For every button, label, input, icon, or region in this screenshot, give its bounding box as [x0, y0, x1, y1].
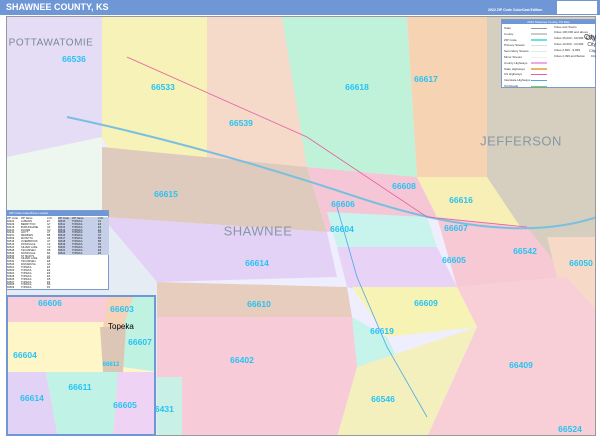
legend-item-label: County Highways [504, 60, 528, 65]
cities-title: Cities and Towns [554, 25, 577, 29]
legend-item-label: Toll Roads [504, 84, 519, 88]
inset-zip-label: 66605 [113, 400, 137, 410]
legend-swatch [531, 68, 547, 70]
city-range: Cities 2,499 and Below [554, 54, 585, 58]
city-range: Cities 25,000 - 99,999 [554, 36, 584, 40]
legend-swatch [531, 39, 547, 41]
legend-item: County [504, 31, 547, 37]
legend-item: Secondary Streets [504, 49, 547, 54]
table-cell: E5 [98, 251, 102, 255]
zip-label: 66607 [444, 223, 468, 233]
city-range: Cities 10,000 - 24,999 [554, 42, 584, 46]
map-title: SHAWNEE COUNTY, KS [6, 2, 109, 12]
legend-swatch [531, 85, 547, 87]
legend-item: Toll Roads [504, 84, 547, 89]
legend-item: Primary Streets [504, 43, 547, 48]
zip-label: 66609 [414, 298, 438, 308]
zip-label: 66533 [151, 82, 175, 92]
legend-swatch [531, 44, 547, 47]
zip-label: 66524 [558, 424, 582, 434]
zip-label: 66619 [370, 326, 394, 336]
map-legend: 2022 Shawnee County, KS Map State County Z… [501, 19, 596, 88]
legend-item-label: Secondary Streets [504, 49, 529, 54]
inset-city-label: Topeka [108, 322, 134, 331]
title-bar: SHAWNEE COUNTY, KS 2022 ZIP Code ColorCa… [0, 0, 600, 15]
county-label-shawnee: SHAWNEE [223, 223, 293, 239]
legend-item-label: ZIP Code [504, 37, 517, 42]
zip-label: 66615 [154, 189, 178, 199]
zip-label: 66546 [371, 394, 395, 404]
zip-index-table: ZIP Code Index/Zone Locator ZIP Code ZIP … [6, 210, 109, 290]
zip-label: 66604 [330, 224, 354, 234]
table-row: 66622 TOPEKA E5 [58, 252, 109, 255]
zip-label: 66618 [345, 82, 369, 92]
inset-zip-label: 66607 [128, 337, 152, 347]
topeka-inset-map[interactable]: 66606 66603 Topeka 66607 66604 66612 666… [6, 295, 156, 436]
inset-zip-label: 66604 [13, 350, 37, 360]
legend-city-size: Cities 2,500 - 9,999 City [554, 48, 596, 53]
legend-item: US Highways [504, 72, 547, 77]
inset-zip-label: 66606 [38, 298, 62, 308]
table-cell: TOPEKA [72, 251, 83, 255]
city-range: Cities 2,500 - 9,999 [554, 48, 581, 52]
county-label-jefferson: JEFFERSON [480, 133, 562, 149]
legend-item-label: County [504, 31, 514, 36]
zip-label: 66539 [229, 118, 253, 128]
table-cell: 66609 [7, 286, 15, 290]
legend-item: State [504, 26, 547, 31]
table-cell: 66622 [58, 251, 66, 255]
legend-item-label: Primary Streets [504, 43, 525, 48]
legend-item-label: Interstate Highways [504, 78, 531, 83]
legend-item: ZIP Code [504, 37, 547, 43]
edition-label: 2022 ZIP Code ColorCast Edition [488, 8, 543, 12]
legend-item-label: State Highways [504, 66, 525, 71]
legend-swatch [531, 56, 547, 58]
zip-label: 66608 [392, 181, 416, 191]
legend-swatch [531, 50, 547, 53]
legend-item: State Highways [504, 66, 547, 72]
legend-item-label: Minor Streets [504, 55, 522, 59]
legend-item-label: US Highways [504, 72, 523, 77]
legend-item: County Highways [504, 60, 547, 66]
inset-zip-label: 66612 [102, 362, 120, 368]
zip-label: 66606 [331, 199, 355, 209]
zip-label: 66610 [247, 299, 271, 309]
city-sample: City [590, 54, 596, 58]
legend-city-size: Cities 2,499 and Below City [554, 54, 596, 58]
publisher-logo [557, 1, 597, 14]
zip-label: 66605 [442, 255, 466, 265]
legend-title: 2022 Shawnee County, KS Map [502, 20, 595, 24]
inset-zip-label: 66614 [20, 393, 44, 403]
legend-item: Minor Streets [504, 55, 547, 60]
legend-item: Interstate Highways [504, 78, 547, 83]
city-sample: City [589, 48, 596, 53]
table-cell: F6 [47, 286, 51, 290]
zip-label: 66614 [245, 258, 269, 268]
inset-zip-label: 66611 [68, 382, 92, 392]
zip-label: 66050 [569, 258, 593, 268]
city-range: Cities 100,000 and above [554, 30, 589, 34]
county-label-pottawatomie: POTTAWATOMIE [8, 37, 94, 49]
legend-swatch [531, 79, 547, 82]
inset-regions [8, 297, 154, 434]
legend-item-label: State [504, 26, 512, 30]
zip-label: 66617 [414, 74, 438, 84]
legend-swatch [531, 73, 547, 76]
legend-swatch [531, 27, 547, 29]
zip-label: 66616 [449, 195, 473, 205]
table-title: ZIP Code Index/Zone Locator [7, 211, 108, 216]
table-row: 66609 TOPEKA F6 [7, 286, 58, 289]
zip-label: 66402 [230, 355, 254, 365]
legend-swatch [531, 62, 547, 64]
inset-zip-label: 66603 [110, 304, 134, 314]
zip-label: 66409 [509, 360, 533, 370]
table-cell: TOPEKA [21, 286, 32, 290]
legend-swatch [531, 33, 547, 35]
zip-label: 66536 [62, 54, 86, 64]
zip-label: 66542 [513, 246, 537, 256]
